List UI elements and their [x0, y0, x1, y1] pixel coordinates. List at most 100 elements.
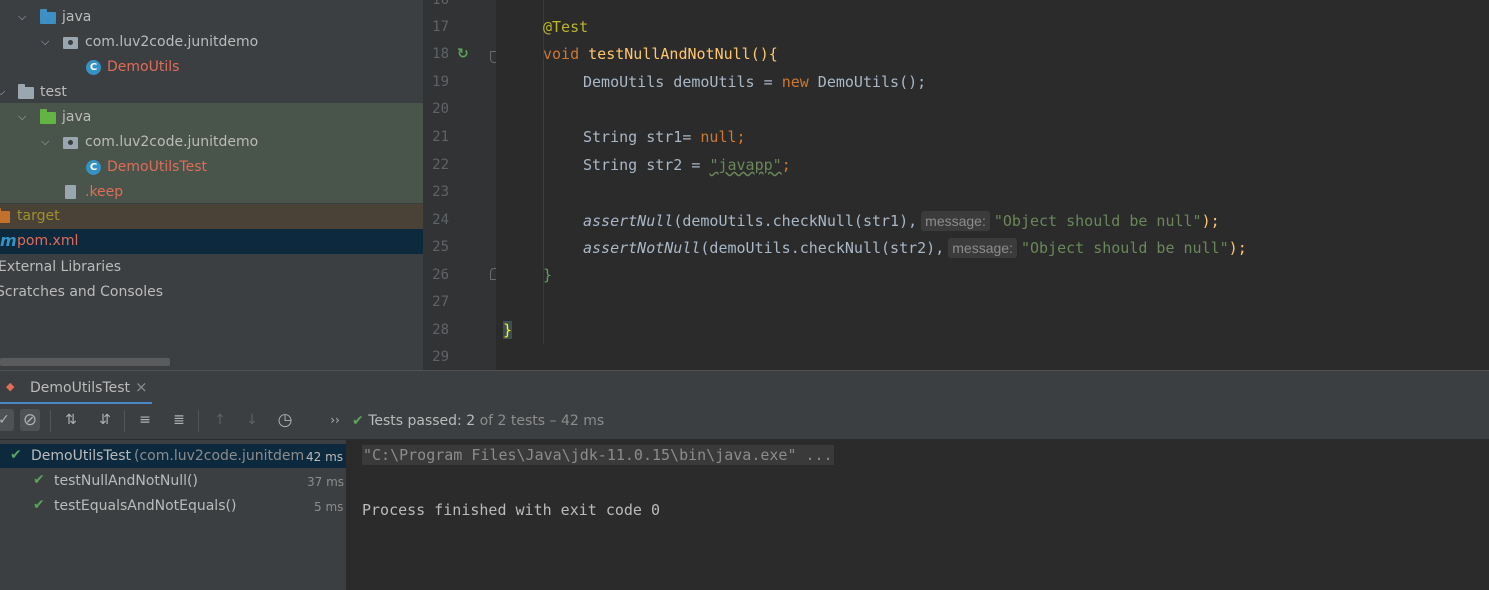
- line-number: 24: [432, 212, 449, 228]
- package-icon: [63, 37, 78, 49]
- folder-icon: [0, 208, 10, 223]
- tree-item-target[interactable]: target: [0, 204, 423, 229]
- code-token: ;: [736, 128, 746, 146]
- line-number: 19: [432, 74, 449, 90]
- tree-item-label: External Libraries: [0, 259, 121, 275]
- test-duration: 5 ms: [314, 500, 344, 514]
- chevron-down-icon[interactable]: ⌵: [41, 135, 49, 149]
- java-class-icon: C: [86, 60, 101, 75]
- line-number: 18: [432, 46, 449, 62]
- tree-item-label: .keep: [85, 184, 124, 200]
- expand-all-icon[interactable]: ≡: [135, 409, 155, 431]
- tree-item-scratches[interactable]: Scratches and Consoles: [0, 280, 423, 305]
- line-number: 17: [432, 19, 449, 35]
- sort-alphabetically-icon[interactable]: ⇅: [61, 409, 81, 431]
- line-number: 16: [432, 0, 449, 8]
- sort-by-duration-icon[interactable]: ⇵: [95, 409, 115, 431]
- close-icon[interactable]: ×: [135, 378, 148, 396]
- line-number: 28: [432, 322, 449, 338]
- tree-item-label: Scratches and Consoles: [0, 284, 163, 300]
- next-failed-icon[interactable]: ↓: [242, 409, 262, 431]
- test-duration: 42 ms: [306, 450, 344, 464]
- test-history-icon[interactable]: ◷: [275, 409, 295, 431]
- chevron-down-icon[interactable]: ⌵: [18, 10, 26, 24]
- tree-item-keep[interactable]: .keep: [0, 180, 423, 205]
- tree-item-package[interactable]: ⌵ com.luv2code.junitdemo: [0, 30, 423, 55]
- code-line-26: }: [543, 266, 553, 284]
- test-results-tree: ✔ DemoUtilsTest (com.luv2code.junitdemo …: [0, 439, 346, 590]
- folder-icon: [40, 109, 56, 124]
- show-ignored-toggle-icon[interactable]: ⊘: [20, 409, 40, 431]
- active-tab-underline: [0, 402, 152, 404]
- line-number: 22: [432, 157, 449, 173]
- method-call-token: assertNotNull: [583, 239, 701, 257]
- tree-item-test[interactable]: ⌵ test: [0, 80, 423, 105]
- tree-item-demoutilstest[interactable]: C DemoUtilsTest: [0, 155, 423, 180]
- tree-item-external-libraries[interactable]: External Libraries: [0, 255, 423, 280]
- collapse-all-icon[interactable]: ≣: [169, 409, 189, 431]
- parameter-hint: message:: [948, 238, 1017, 258]
- tree-item-test-java[interactable]: ⌵ java: [0, 105, 423, 130]
- check-icon: ✔: [33, 497, 45, 513]
- maven-icon: m: [0, 231, 17, 250]
- parameter-hint: message:: [921, 211, 990, 231]
- line-number: 27: [432, 294, 449, 310]
- check-icon: ✔: [10, 447, 22, 463]
- code-token: (demoUtils.checkNull(str1),: [673, 212, 918, 230]
- test-item[interactable]: ✔ testEqualsAndNotEquals() 5 ms: [0, 494, 346, 518]
- test-class-label: DemoUtilsTest: [31, 448, 131, 464]
- tree-horizontal-scrollbar[interactable]: [0, 358, 170, 366]
- console-output[interactable]: "C:\Program Files\Java\jdk-11.0.15\bin\j…: [347, 439, 1489, 589]
- tab-run-demoutilstest[interactable]: ◆ DemoUtilsTest ×: [0, 372, 150, 402]
- run-test-icon[interactable]: ↻: [457, 46, 473, 62]
- test-tree-root[interactable]: ✔ DemoUtilsTest (com.luv2code.junitdemo …: [0, 444, 346, 468]
- code-line-22: String str2 = "javapp";: [583, 156, 791, 174]
- line-number: 23: [432, 184, 449, 200]
- method-call-token: assertNull: [583, 212, 674, 230]
- tree-item-main-java[interactable]: ⌵ java: [0, 5, 423, 30]
- tab-label: DemoUtilsTest: [30, 380, 130, 396]
- test-status: ✔ Tests passed: 2 of 2 tests – 42 ms: [352, 413, 604, 429]
- tree-item-pom[interactable]: m pom.xml: [0, 229, 423, 254]
- chevron-down-icon[interactable]: ⌵: [18, 110, 26, 124]
- test-method-label: testEqualsAndNotEquals(): [54, 498, 237, 514]
- previous-failed-icon[interactable]: ↑: [210, 409, 230, 431]
- line-number: 21: [432, 129, 449, 145]
- code-token: DemoUtils demoUtils =: [583, 73, 782, 91]
- more-actions-chevron-icon[interactable]: ››: [325, 409, 345, 431]
- test-method-label: testNullAndNotNull(): [54, 473, 198, 489]
- code-token: String str2 =: [583, 156, 710, 174]
- code-line-25: assertNotNull(demoUtils.checkNull(str2),…: [583, 238, 1247, 258]
- code-token: DemoUtils();: [808, 73, 927, 91]
- project-tree-panel: ⌵ java ⌵ com.luv2code.junitdemo C DemoUt…: [0, 0, 423, 370]
- code-token: String str1=: [583, 128, 701, 146]
- status-count: 2: [466, 413, 476, 429]
- line-number: 26: [432, 267, 449, 283]
- tree-item-label: pom.xml: [17, 233, 79, 249]
- tree-item-label: test: [40, 84, 67, 100]
- keyword-token: new: [781, 73, 809, 91]
- status-suffix: of 2 tests – 42 ms: [479, 413, 605, 429]
- console-exit-line: Process finished with exit code 0: [362, 501, 661, 519]
- code-token: );: [1201, 212, 1220, 230]
- check-icon: ✔: [33, 472, 45, 488]
- tree-item-label: java: [62, 109, 92, 125]
- test-item[interactable]: ✔ testNullAndNotNull() 37 ms: [0, 469, 346, 493]
- show-passed-toggle-icon[interactable]: ✓: [0, 409, 14, 431]
- tree-item-demoutils[interactable]: C DemoUtils: [0, 55, 423, 80]
- status-prefix: Tests passed:: [368, 413, 462, 429]
- chevron-down-icon[interactable]: ⌵: [0, 85, 5, 99]
- test-duration: 37 ms: [307, 475, 345, 489]
- string-token: "Object should be null": [1020, 239, 1229, 257]
- string-token: "Object should be null": [993, 212, 1202, 230]
- code-line-24: assertNull(demoUtils.checkNull(str1), mes…: [583, 211, 1220, 231]
- test-run-icon: ◆: [6, 380, 15, 393]
- tree-item-label: java: [62, 9, 92, 25]
- tree-item-test-package[interactable]: ⌵ com.luv2code.junitdemo: [0, 130, 423, 155]
- check-icon: ✔: [352, 413, 364, 429]
- tree-item-label: com.luv2code.junitdemo: [85, 34, 259, 50]
- folder-icon: [18, 84, 34, 99]
- line-number: 25: [432, 239, 449, 255]
- chevron-down-icon[interactable]: ⌵: [41, 35, 49, 49]
- file-icon: [65, 185, 76, 199]
